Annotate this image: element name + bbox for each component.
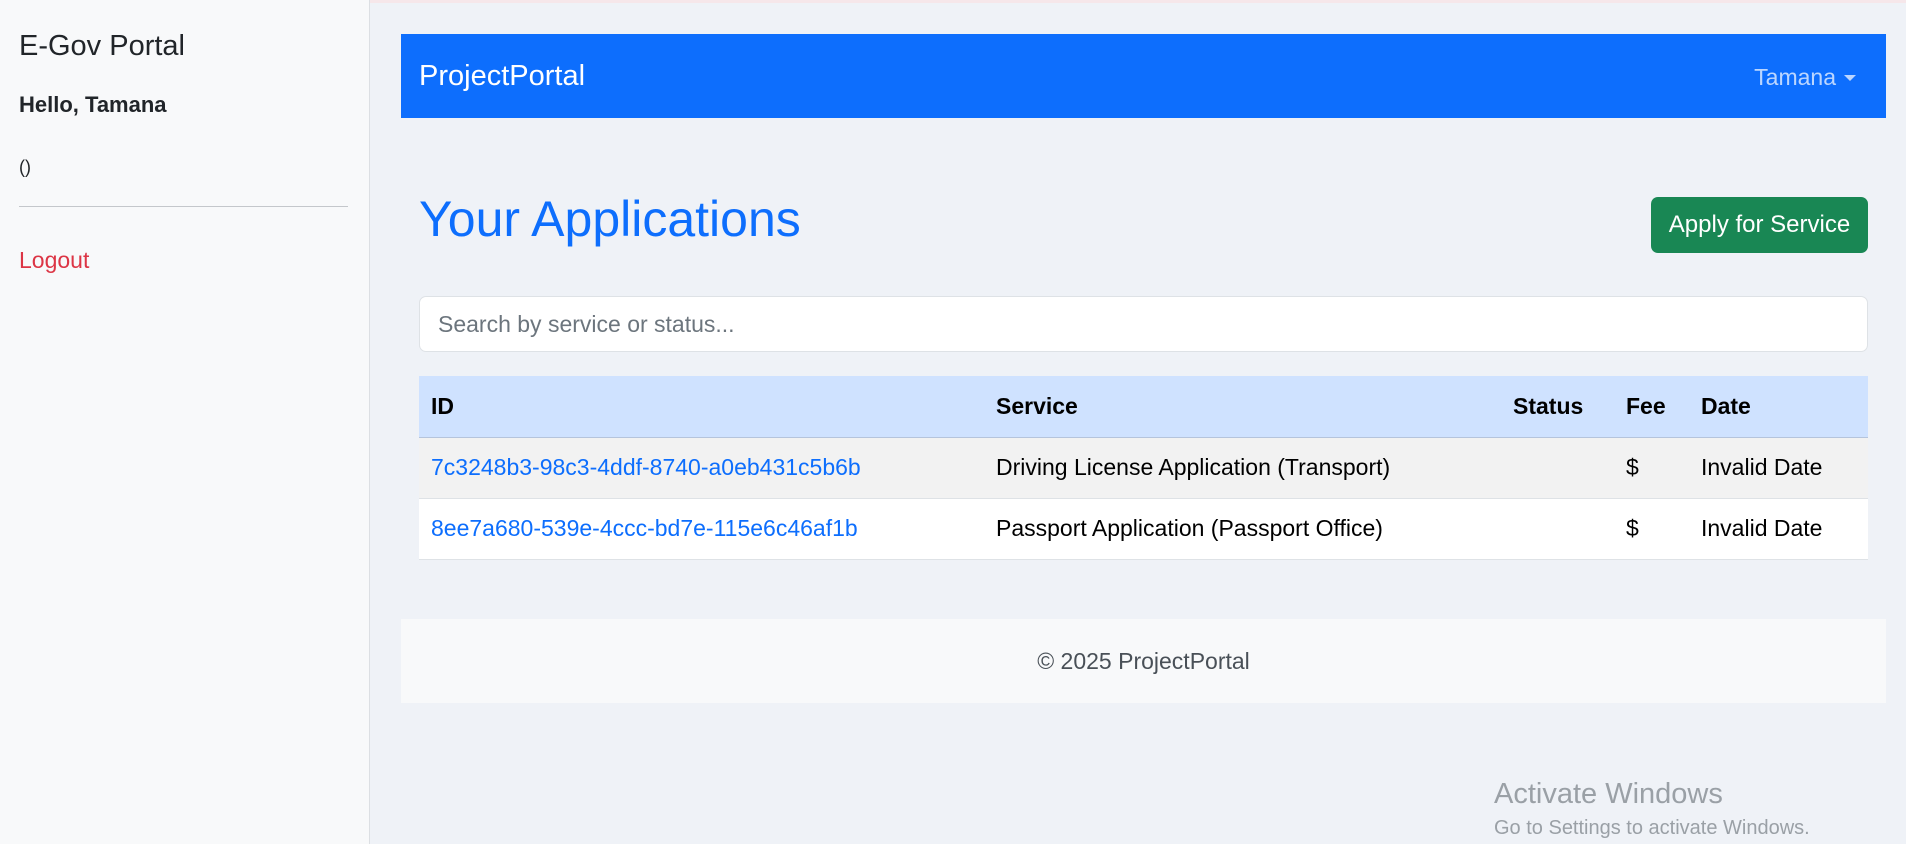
cell-status — [1501, 498, 1614, 560]
user-dropdown-label: Tamana — [1754, 64, 1836, 90]
column-header-date: Date — [1689, 376, 1868, 438]
apply-for-service-button[interactable]: Apply for Service — [1651, 197, 1868, 253]
cell-date: Invalid Date — [1689, 437, 1868, 499]
top-navbar: ProjectPortal Tamana — [401, 34, 1886, 118]
table-row: 7c3248b3-98c3-4ddf-8740-a0eb431c5b6b Dri… — [419, 437, 1868, 499]
cell-fee: $ — [1614, 437, 1689, 499]
table-row: 8ee7a680-539e-4ccc-bd7e-115e6c46af1b Pas… — [419, 498, 1868, 560]
page-footer: © 2025 ProjectPortal — [401, 619, 1886, 703]
application-id-link[interactable]: 8ee7a680-539e-4ccc-bd7e-115e6c46af1b — [431, 515, 858, 541]
sidebar-divider — [19, 206, 348, 207]
sidebar: E-Gov Portal Hello, Tamana () Logout — [0, 0, 370, 844]
applications-table: ID Service Status Fee Date 7c3248b3-98c3… — [419, 376, 1868, 560]
user-dropdown[interactable]: Tamana — [1754, 64, 1856, 91]
windows-activation-watermark: Activate Windows Go to Settings to activ… — [1494, 778, 1810, 840]
column-header-id: ID — [419, 376, 984, 438]
footer-copyright: © 2025 ProjectPortal — [1037, 647, 1250, 674]
cell-date: Invalid Date — [1689, 498, 1868, 560]
user-greeting: Hello, Tamana — [19, 92, 167, 117]
watermark-subtitle: Go to Settings to activate Windows. — [1494, 817, 1810, 839]
application-id-link[interactable]: 7c3248b3-98c3-4ddf-8740-a0eb431c5b6b — [431, 454, 861, 480]
search-input[interactable] — [419, 296, 1868, 352]
cell-service: Driving License Application (Transport) — [984, 437, 1501, 499]
logout-link[interactable]: Logout — [19, 247, 89, 274]
column-header-status: Status — [1501, 376, 1614, 438]
cell-fee: $ — [1614, 498, 1689, 560]
table-header-row: ID Service Status Fee Date — [419, 376, 1868, 438]
page-title: Your Applications — [419, 191, 801, 247]
sidebar-title: E-Gov Portal — [19, 30, 185, 62]
navbar-brand[interactable]: ProjectPortal — [419, 60, 585, 93]
cell-service: Passport Application (Passport Office) — [984, 498, 1501, 560]
column-header-fee: Fee — [1614, 376, 1689, 438]
column-header-service: Service — [984, 376, 1501, 438]
caret-down-icon — [1844, 74, 1856, 81]
watermark-title: Activate Windows — [1494, 778, 1723, 810]
cell-id: 7c3248b3-98c3-4ddf-8740-a0eb431c5b6b — [419, 437, 984, 499]
cell-id: 8ee7a680-539e-4ccc-bd7e-115e6c46af1b — [419, 498, 984, 560]
cell-status — [1501, 437, 1614, 499]
user-subinfo: () — [19, 157, 31, 177]
